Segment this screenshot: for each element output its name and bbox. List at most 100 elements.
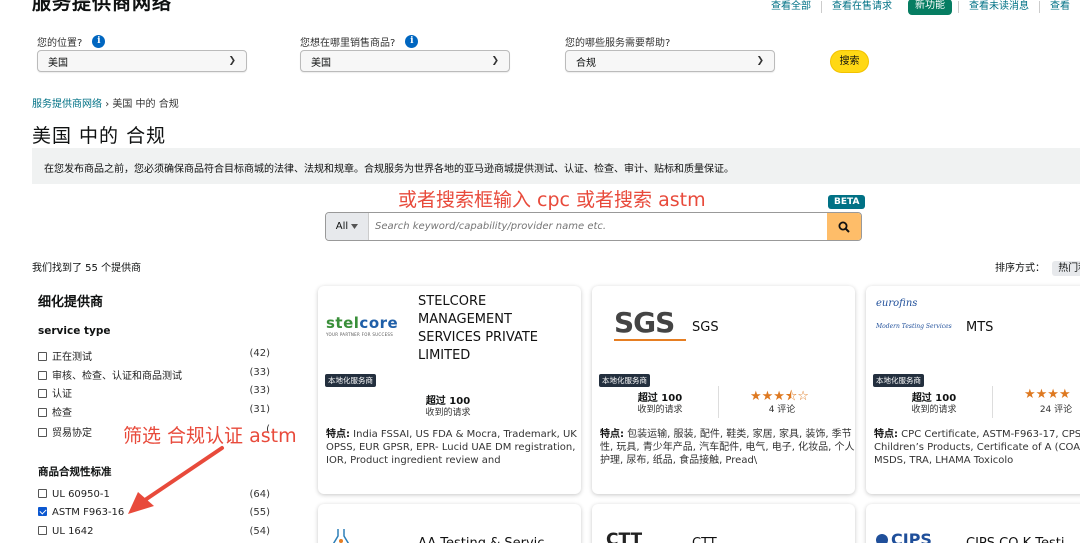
features-text: 包装运输, 服装, 配件, 鞋类, 家居, 家具, 装饰, 季节性, 玩具, 青… <box>600 429 855 466</box>
breadcrumb-separator: › <box>105 99 110 110</box>
local-provider-tag: 本地化服务商 <box>599 374 650 387</box>
sort-label: 排序方式： <box>995 263 1045 274</box>
provider-name[interactable]: AA Testing & Servic <box>418 535 544 543</box>
local-provider-tag: 本地化服务商 <box>873 374 924 387</box>
results-count: 我们找到了 55 个提供商 <box>32 263 142 274</box>
provider-features: 特点: India FSSAI, US FDA & Mocra, Tradema… <box>326 428 581 467</box>
provider-card[interactable]: stelcore YOUR PARTNER FOR SUCCESS STELCO… <box>318 286 581 494</box>
market-value: 美国 <box>311 57 331 69</box>
filter-market-label: 您想在哪里销售商品? i <box>300 34 419 49</box>
provider-card[interactable]: CTT CTT <box>592 504 855 543</box>
provider-card[interactable]: SGS SGS 本地化服务商 超过 100 收到的请求 ★★★⯪☆ 4 评论 特… <box>592 286 855 494</box>
info-icon[interactable]: i <box>92 35 106 48</box>
provider-card[interactable]: eurofins Modern Testing Services MTS 本地化… <box>866 286 1080 494</box>
flask-icon <box>332 529 350 543</box>
checkbox[interactable] <box>38 526 47 535</box>
service-value: 合规 <box>576 57 596 69</box>
facet-count: (54) <box>249 526 270 537</box>
market-select[interactable]: 美国 ❯ <box>300 50 510 72</box>
provider-name[interactable]: MTS <box>966 319 993 337</box>
chevron-down-icon: ❯ <box>228 56 236 66</box>
facet-label: 检查 <box>52 408 72 419</box>
facet-item[interactable]: 认证 (33) <box>38 385 270 400</box>
review-count[interactable]: 4 评论 <box>722 402 842 415</box>
info-icon[interactable]: i <box>405 35 419 48</box>
breadcrumb-link[interactable]: 服务提供商网络 <box>32 99 102 110</box>
facet-item[interactable]: UL 1642 (54) <box>38 526 270 537</box>
filter-location-label: 您的位置? i <box>37 34 106 49</box>
beta-badge: BETA <box>828 195 866 209</box>
checkbox[interactable] <box>38 371 47 380</box>
facet-item[interactable]: 检查 (31) <box>38 404 270 419</box>
provider-logo: eurofins Modern Testing Services <box>876 298 956 358</box>
facet-count: (55) <box>249 507 270 518</box>
facet-label: 正在测试 <box>52 352 92 363</box>
facet-item[interactable]: 审核、检查、认证和商品测试 (33) <box>38 367 270 382</box>
keyword-search-input[interactable] <box>369 213 827 240</box>
globe-icon <box>876 534 888 543</box>
page-title: 美国 中的 合规 <box>32 125 167 147</box>
provider-card[interactable]: AA Testing & Servic <box>318 504 581 543</box>
nav-view-all[interactable]: 查看全部 <box>761 1 821 13</box>
checkbox[interactable] <box>38 352 47 361</box>
top-nav: 查看全部 查看在售请求 新功能 查看未读消息 查看 <box>761 0 1080 15</box>
features-text: India FSSAI, US FDA & Mocra, Trademark, … <box>326 429 577 466</box>
facet-section-title: service type <box>38 325 111 337</box>
checkbox[interactable] <box>38 389 47 398</box>
provider-logo: stelcore YOUR PARTNER FOR SUCCESS <box>326 314 406 374</box>
logo-tagline: Modern Testing Services <box>876 323 952 330</box>
logo-part: core <box>359 314 399 332</box>
sort-dropdown[interactable]: 热门程 <box>1052 261 1080 276</box>
location-select[interactable]: 美国 ❯ <box>37 50 247 72</box>
facet-label: 认证 <box>52 389 72 400</box>
search-scope-dropdown[interactable]: All <box>326 213 369 240</box>
keyword-search-bar: All <box>325 212 862 241</box>
description-text: 在您发布商品之前，您必须确保商品符合目标商城的法律、法规和规章。合规服务为世界各… <box>44 164 734 175</box>
provider-logo: SGS <box>614 306 694 366</box>
facet-count: (31) <box>249 404 270 415</box>
features-text: CPC Certificate, ASTM-F963-17, CPS Toys,… <box>874 429 1080 466</box>
checkbox[interactable] <box>38 428 47 437</box>
annotation-arrow-icon <box>128 446 224 514</box>
ctt-logo-text: CTT <box>606 530 643 543</box>
checkbox-checked[interactable] <box>38 507 47 516</box>
provider-name[interactable]: CIPS CO K Testi <box>966 535 1064 543</box>
review-count[interactable]: 24 评论 <box>996 402 1080 415</box>
checkbox[interactable] <box>38 408 47 417</box>
nav-unread-messages[interactable]: 查看未读消息 <box>958 1 1039 13</box>
provider-name[interactable]: STELCORE MANAGEMENT SERVICES PRIVATE LIM… <box>418 293 568 365</box>
service-select[interactable]: 合规 ❯ <box>565 50 775 72</box>
nav-view-more[interactable]: 查看 <box>1039 1 1080 13</box>
search-scope-value: All <box>335 221 349 232</box>
requests-label: 收到的请求 <box>425 408 471 418</box>
features-label: 特点: <box>600 429 624 440</box>
description-banner: 在您发布商品之前，您必须确保商品符合目标商城的法律、法规和规章。合规服务为世界各… <box>32 148 1080 184</box>
filter-market-text: 您想在哪里销售商品? <box>300 38 396 49</box>
nav-view-requests[interactable]: 查看在售请求 <box>821 1 902 13</box>
facet-label: 贸易协定 <box>52 428 92 439</box>
filter-service-label: 您的哪些服务需要帮助? <box>565 34 670 49</box>
provider-name[interactable]: SGS <box>692 319 719 337</box>
cips-logo: CIPS <box>876 530 932 543</box>
provider-features: 特点: 包装运输, 服装, 配件, 鞋类, 家居, 家具, 装饰, 季节性, 玩… <box>600 428 855 467</box>
sidebar-title: 细化提供商 <box>38 295 104 310</box>
provider-features: 特点: CPC Certificate, ASTM-F963-17, CPS T… <box>874 428 1080 467</box>
facet-count: (42) <box>249 348 270 359</box>
nav-new-features[interactable]: 新功能 <box>908 0 952 15</box>
keyword-search-button[interactable] <box>827 213 861 240</box>
sort-control: 排序方式： 热门程 <box>995 259 1080 276</box>
facet-count: (33) <box>249 385 270 396</box>
logo-part: stel <box>326 314 360 332</box>
provider-card[interactable]: CIPS CIPS CO K Testi <box>866 504 1080 543</box>
requests-label: 收到的请求 <box>911 405 957 415</box>
rating-stars: ★★★★ <box>1024 387 1071 402</box>
location-value: 美国 <box>48 57 68 69</box>
provider-name[interactable]: CTT <box>692 535 717 543</box>
facet-label: UL 1642 <box>52 526 94 537</box>
checkbox[interactable] <box>38 489 47 498</box>
requests-label: 收到的请求 <box>637 405 683 415</box>
annotation-search-hint: 或者搜索框输入 cpc 或者搜索 astm <box>398 189 706 211</box>
search-button[interactable]: 搜索 <box>830 50 869 73</box>
facet-item[interactable]: 正在测试 (42) <box>38 348 270 363</box>
logo-tagline: YOUR PARTNER FOR SUCCESS <box>326 332 394 337</box>
